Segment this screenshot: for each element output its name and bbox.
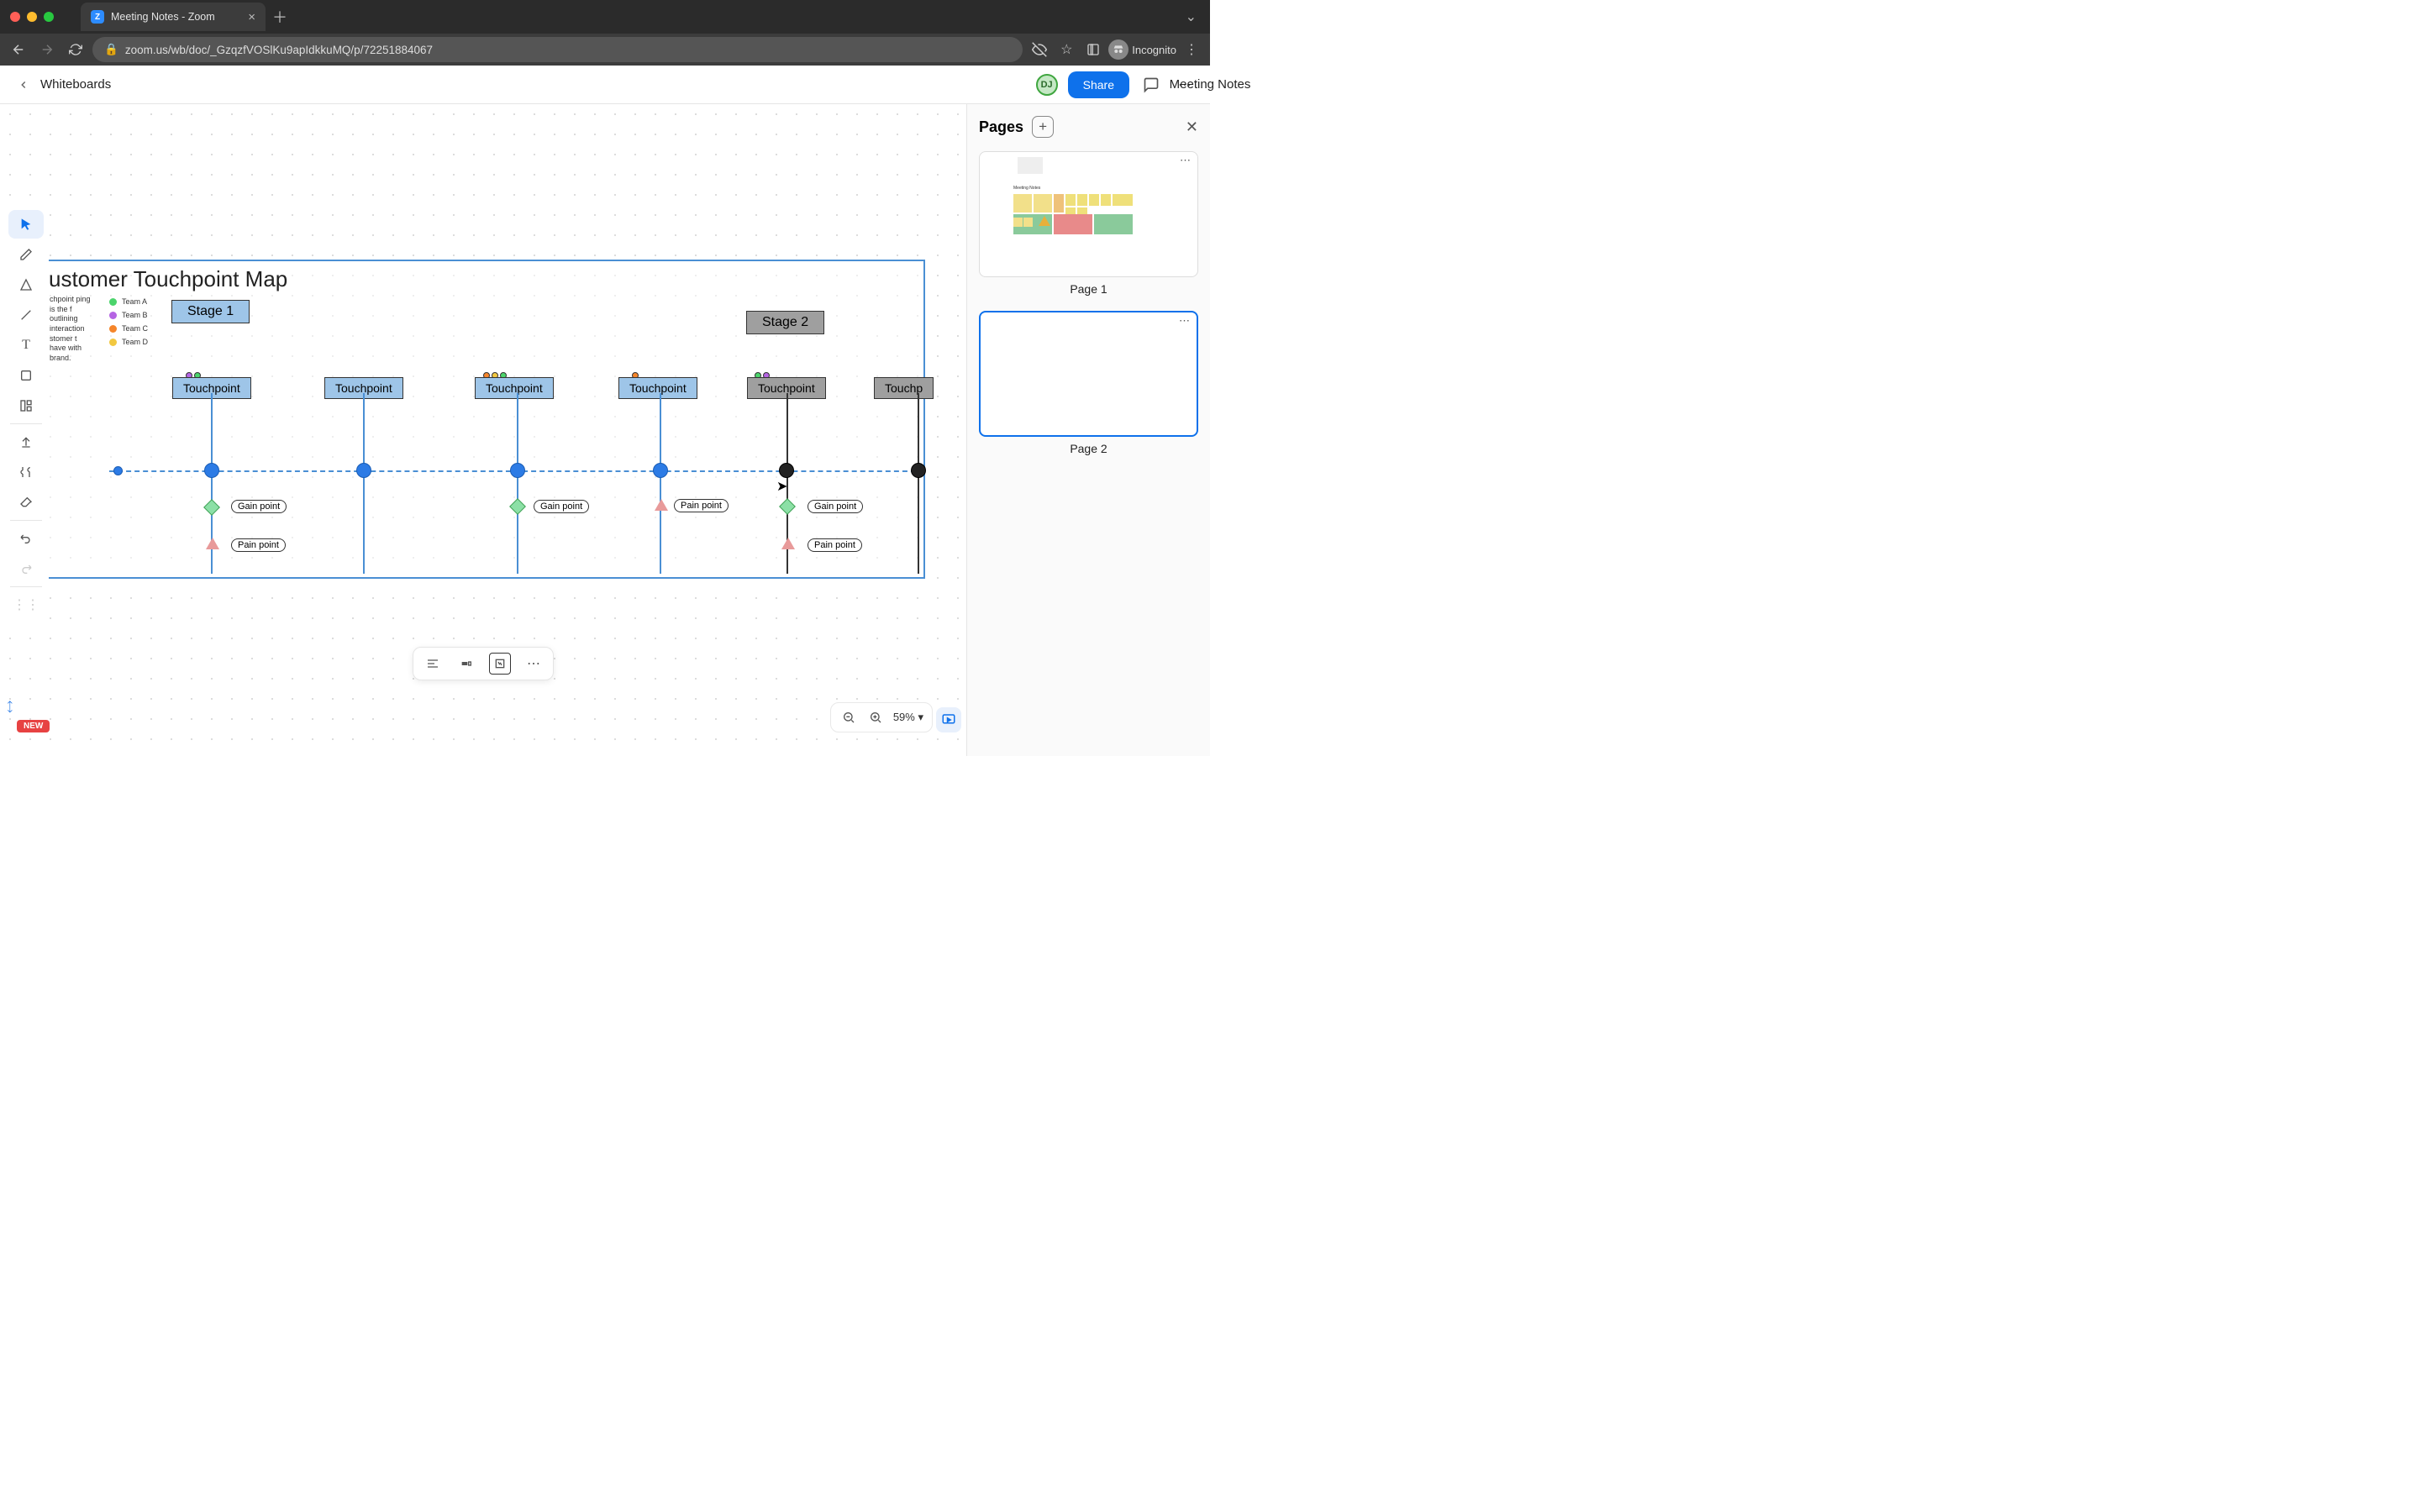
touchpoint-box[interactable]: Touchpoint — [475, 377, 554, 399]
more-options-icon[interactable]: ⋯ — [523, 653, 544, 675]
align-left-icon[interactable] — [422, 653, 444, 675]
bookmark-star-icon[interactable]: ☆ — [1055, 38, 1078, 61]
address-bar[interactable]: 🔒 zoom.us/wb/doc/_GzqzfVOSlKu9apIdkkuMQ/… — [92, 37, 1023, 62]
present-button[interactable] — [936, 707, 961, 732]
add-page-button[interactable]: + — [1032, 116, 1054, 138]
eye-off-icon[interactable] — [1028, 38, 1051, 61]
canvas[interactable]: T ⋮⋮ ustomer Touchpoint Map chpoint ping… — [0, 104, 966, 756]
back-chevron-icon[interactable] — [13, 75, 34, 95]
pain-point-icon[interactable] — [655, 499, 668, 511]
legend: Team A Team B Team C Team D — [109, 297, 148, 351]
legend-item: Team B — [109, 311, 148, 319]
stage-label[interactable]: Stage 2 — [746, 311, 824, 334]
incognito-icon[interactable] — [1108, 39, 1128, 60]
timeline-node[interactable] — [911, 463, 926, 478]
line-tool[interactable] — [8, 301, 44, 329]
lock-icon: 🔒 — [104, 43, 118, 56]
app-header: Whiteboards Meeting Notes DJ Share ⋯ — [0, 66, 1210, 104]
grip-icon[interactable]: ⋮⋮ — [8, 591, 44, 619]
pain-point-icon[interactable] — [206, 538, 219, 549]
zoom-favicon: Z — [91, 10, 104, 24]
user-avatar[interactable]: DJ — [1036, 74, 1058, 96]
legend-item: Team C — [109, 324, 148, 333]
new-badge[interactable]: NEW — [17, 720, 50, 732]
page-label: Page 1 — [979, 282, 1198, 296]
comment-icon[interactable] — [1139, 73, 1163, 97]
tool-sidebar: T ⋮⋮ — [3, 205, 49, 626]
page-thumbnail[interactable]: ⋯ — [979, 311, 1198, 437]
stage-label[interactable]: Stage 1 — [171, 300, 250, 323]
window-close-button[interactable] — [10, 12, 20, 22]
pain-point-icon[interactable] — [781, 538, 795, 549]
pages-panel-title: Pages — [979, 118, 1023, 136]
gain-point-label[interactable]: Gain point — [231, 500, 287, 513]
share-button[interactable]: Share — [1068, 71, 1129, 98]
zoom-in-button[interactable] — [866, 708, 885, 727]
undo-button[interactable] — [8, 524, 44, 553]
upload-tool[interactable] — [8, 428, 44, 456]
floating-toolbar: ⋯ — [413, 647, 554, 680]
gain-point-label[interactable]: Gain point — [534, 500, 589, 513]
gain-point-label[interactable]: Gain point — [808, 500, 863, 513]
frame-icon[interactable] — [489, 653, 511, 675]
more-tools[interactable] — [8, 458, 44, 486]
browser-menu-icon[interactable]: ⋮ — [1180, 38, 1203, 61]
select-tool[interactable] — [8, 210, 44, 239]
main-area: T ⋮⋮ ustomer Touchpoint Map chpoint ping… — [0, 104, 1210, 756]
touchpoint-box[interactable]: Touchp — [874, 377, 934, 399]
new-tab-button[interactable]: ＋ — [272, 6, 287, 28]
close-tab-icon[interactable]: × — [248, 10, 255, 24]
incognito-label: Incognito — [1132, 44, 1176, 56]
timeline-node[interactable] — [356, 463, 371, 478]
legend-item: Team A — [109, 297, 148, 306]
text-tool[interactable]: T — [8, 331, 44, 360]
tab-overflow-icon[interactable]: ⌄ — [1186, 8, 1197, 25]
zoom-level[interactable]: 59% ▾ — [893, 711, 923, 724]
board-description[interactable]: chpoint ping is the f outlining interact… — [50, 295, 93, 364]
url-text: zoom.us/wb/doc/_GzqzfVOSlKu9apIdkkuMQ/p/… — [125, 44, 433, 56]
window-controls — [10, 12, 54, 22]
icon-view-toggle[interactable] — [455, 653, 477, 675]
redo-button — [8, 554, 44, 583]
window-minimize-button[interactable] — [27, 12, 37, 22]
timeline-node[interactable] — [653, 463, 668, 478]
sticky-note-tool[interactable] — [8, 361, 44, 390]
window-maximize-button[interactable] — [44, 12, 54, 22]
pen-tool[interactable] — [8, 240, 44, 269]
tab-title: Meeting Notes - Zoom — [111, 11, 215, 23]
legend-item: Team D — [109, 338, 148, 346]
pain-point-label[interactable]: Pain point — [674, 499, 729, 512]
cursor-icon: ➤ — [776, 478, 787, 495]
timeline-start-node[interactable] — [113, 466, 123, 475]
page-more-icon[interactable]: ⋯ — [1180, 154, 1192, 167]
template-tool[interactable] — [8, 391, 44, 420]
reload-button[interactable] — [64, 38, 87, 61]
timeline-node[interactable] — [510, 463, 525, 478]
timeline-node[interactable] — [204, 463, 219, 478]
board-title[interactable]: ustomer Touchpoint Map — [49, 266, 287, 292]
nav-back-button[interactable] — [7, 38, 30, 61]
browser-chrome: Z Meeting Notes - Zoom × ＋ ⌄ 🔒 zoom.us/w… — [0, 0, 1210, 66]
eraser-tool[interactable] — [8, 488, 44, 517]
shape-tool[interactable] — [8, 270, 44, 299]
zoom-control: 59% ▾ — [830, 702, 933, 732]
touchpoint-box[interactable]: Touchpoint — [618, 377, 697, 399]
pain-point-label[interactable]: Pain point — [231, 538, 286, 552]
doc-title[interactable]: Meeting Notes — [1170, 77, 1251, 92]
page-more-icon[interactable]: ⋯ — [1179, 314, 1192, 328]
timeline-node[interactable] — [779, 463, 794, 478]
extensions-icon[interactable] — [1081, 38, 1105, 61]
page-label: Page 2 — [979, 442, 1198, 455]
breadcrumb[interactable]: Whiteboards — [40, 77, 111, 92]
browser-tab-strip: Z Meeting Notes - Zoom × ＋ ⌄ — [0, 0, 1210, 34]
nav-forward-button — [35, 38, 59, 61]
close-panel-icon[interactable]: ✕ — [1186, 118, 1198, 136]
resize-handle-icon[interactable]: ⤢ — [2, 699, 18, 716]
browser-tab[interactable]: Z Meeting Notes - Zoom × — [81, 3, 266, 31]
pages-panel: Pages + ✕ ⋯ Meeting Notes — [966, 104, 1210, 756]
zoom-out-button[interactable] — [839, 708, 858, 727]
page-thumbnail[interactable]: ⋯ Meeting Notes — [979, 151, 1198, 277]
browser-toolbar: 🔒 zoom.us/wb/doc/_GzqzfVOSlKu9apIdkkuMQ/… — [0, 34, 1210, 66]
pain-point-label[interactable]: Pain point — [808, 538, 862, 552]
